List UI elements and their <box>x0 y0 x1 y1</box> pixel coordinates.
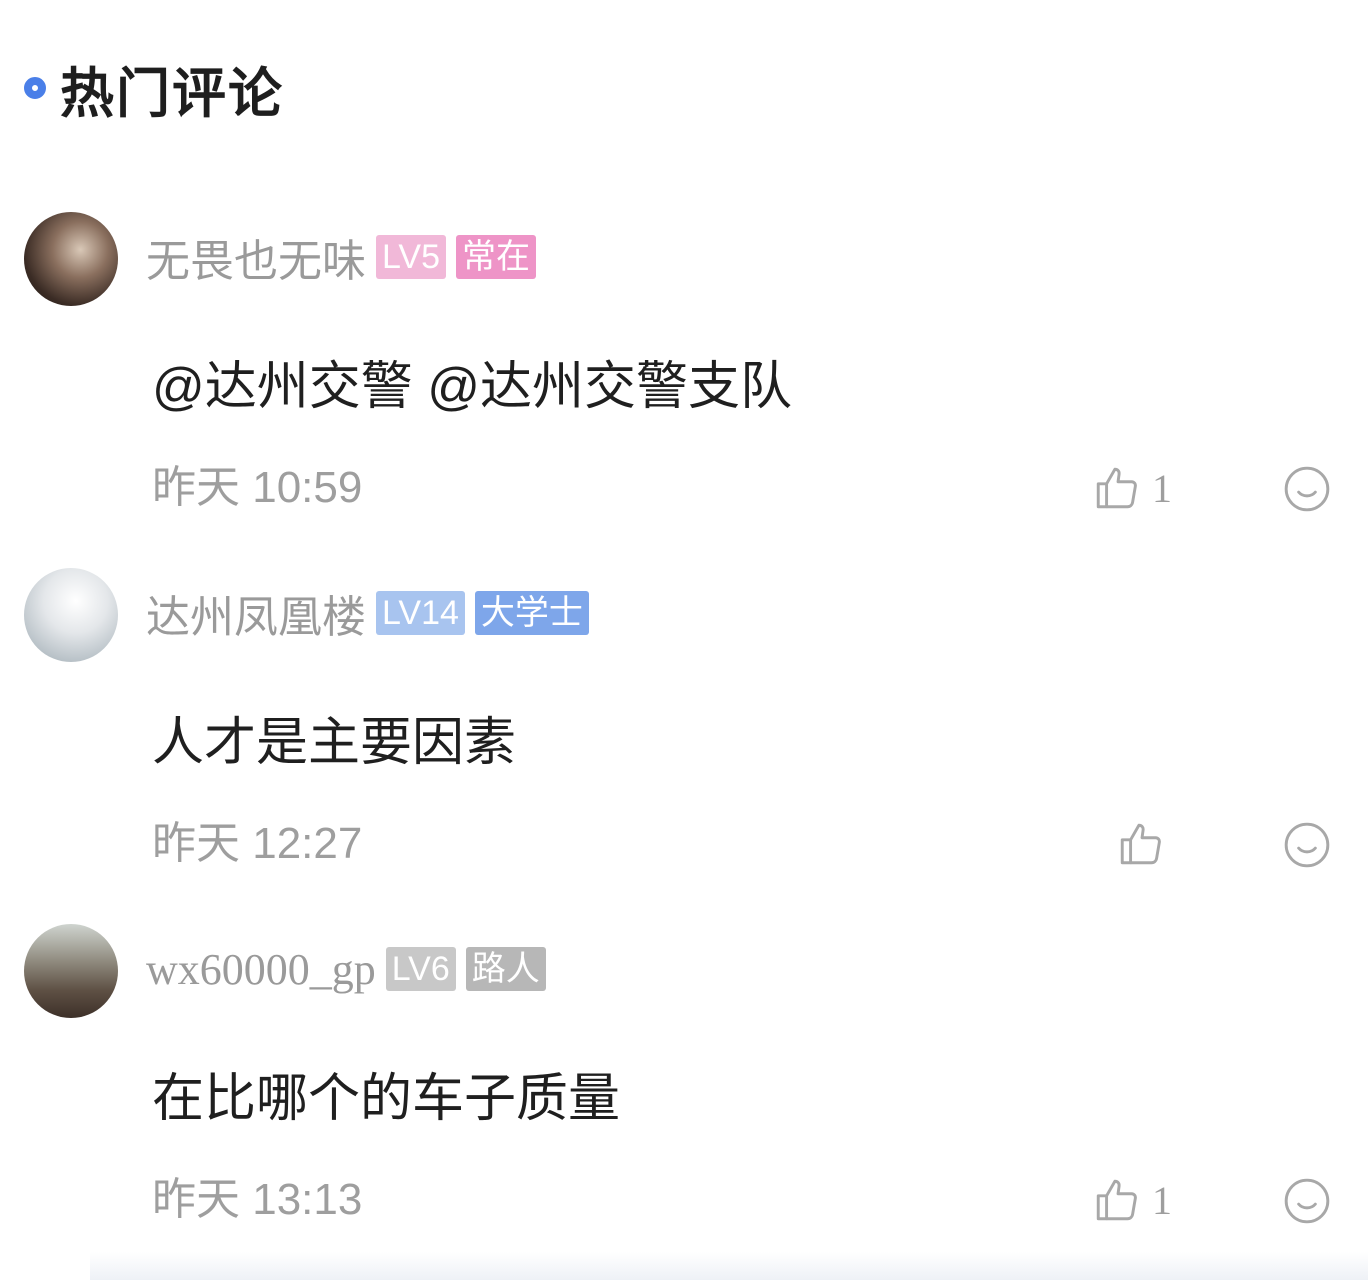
user-row: wx60000_gp LV6 路人 <box>146 938 556 1000</box>
username[interactable]: wx60000_gp <box>146 944 376 995</box>
comment-bubble-icon[interactable] <box>1282 464 1332 514</box>
avatar[interactable] <box>24 568 118 662</box>
like-button[interactable] <box>1116 814 1176 874</box>
user-row: 达州凤凰楼 LV14 大学士 <box>146 582 599 644</box>
comment-meta: 昨天 10:59 1 <box>152 458 1332 518</box>
comment-content: 人才是主要因素 <box>152 714 517 772</box>
comment-meta: 昨天 13:13 1 <box>152 1170 1332 1230</box>
user-row: 无畏也无味 LV5 常在 <box>146 226 546 288</box>
title-badge: 路人 <box>465 947 546 991</box>
comment-bubble-icon[interactable] <box>1282 1176 1332 1226</box>
level-badge: LV14 <box>376 591 465 635</box>
thumbs-up-icon[interactable] <box>1092 1175 1142 1225</box>
comment-meta: 昨天 12:27 <box>152 814 1332 874</box>
comment-content: @达州交警 @达州交警支队 <box>152 358 793 416</box>
username[interactable]: 无畏也无味 <box>146 225 366 289</box>
section-dot-icon <box>24 77 46 99</box>
bottom-divider <box>90 1252 1368 1280</box>
comment-time: 昨天 13:13 <box>152 1175 363 1224</box>
title-badge: 常在 <box>455 235 536 279</box>
comment-bubble-icon[interactable] <box>1282 820 1332 870</box>
level-badge: LV6 <box>385 947 456 991</box>
thumbs-up-icon[interactable] <box>1116 819 1166 869</box>
comment-item: 无畏也无味 LV5 常在 @达州交警 @达州交警支队 昨天 10:59 1 <box>0 212 1368 568</box>
username[interactable]: 达州凤凰楼 <box>146 581 366 645</box>
comment-time: 昨天 12:27 <box>152 819 363 868</box>
level-badge: LV5 <box>376 235 446 279</box>
section-header: 热门评论 <box>24 56 284 124</box>
like-button[interactable]: 1 <box>1092 1170 1172 1230</box>
comment-content: 在比哪个的车子质量 <box>152 1070 621 1128</box>
comment-item: wx60000_gp LV6 路人 在比哪个的车子质量 昨天 13:13 1 <box>0 924 1368 1280</box>
title-badge: 大学士 <box>474 591 589 635</box>
section-title: 热门评论 <box>60 63 284 124</box>
like-count: 1 <box>1152 1177 1172 1223</box>
comment-item: 达州凤凰楼 LV14 大学士 人才是主要因素 昨天 12:27 <box>0 568 1368 924</box>
avatar[interactable] <box>24 924 118 1018</box>
thumbs-up-icon[interactable] <box>1092 463 1142 513</box>
like-count: 1 <box>1152 465 1172 511</box>
avatar[interactable] <box>24 212 118 306</box>
like-button[interactable]: 1 <box>1092 458 1172 518</box>
comment-time: 昨天 10:59 <box>152 463 363 512</box>
